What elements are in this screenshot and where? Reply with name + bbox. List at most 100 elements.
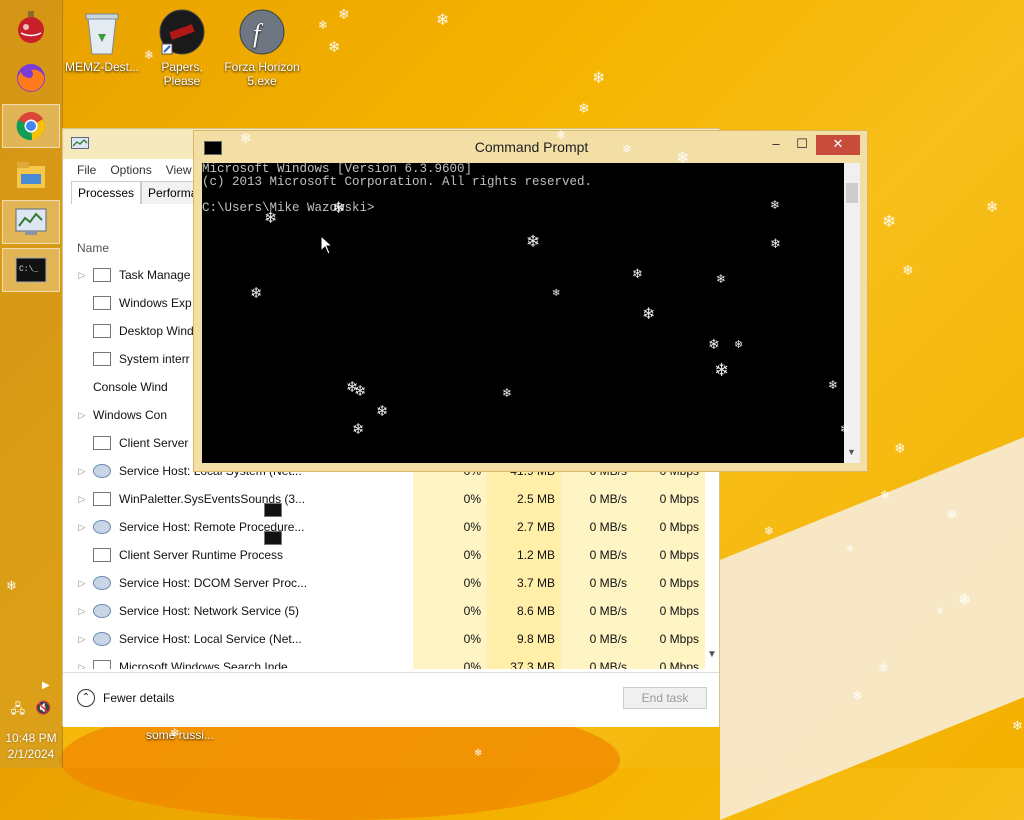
gear-icon [93,576,111,590]
expand-arrow-icon[interactable]: ▷ [71,270,93,281]
fewer-details-button[interactable]: ⌃ Fewer details [77,689,174,707]
console-output[interactable]: Microsoft Windows [Version 6.3.9600] (c)… [202,163,844,463]
file-explorer-icon[interactable] [2,154,60,198]
cpu-value: 0% [413,541,487,569]
expand-arrow-icon[interactable]: ▷ [71,606,93,617]
close-button[interactable]: ✕ [816,135,860,155]
expand-arrow-icon[interactable]: ▷ [71,410,93,421]
snowflake-icon: ❄ [894,440,906,456]
scroll-down-arrow[interactable]: ▼ [707,649,717,660]
process-name: Service Host: Network Service (5) [119,604,300,618]
table-row[interactable]: ▷ Service Host: Network Service (5) 0% 8.6 … [71,597,711,625]
expand-arrow-icon[interactable]: ▷ [71,662,93,670]
desktop-icon-forza-horizon[interactable]: f Forza Horizon 5.exe [222,8,302,88]
menu-options[interactable]: Options [110,163,151,177]
network-value: 0 Mbps [633,569,705,597]
disk-value: 0 MB/s [561,597,633,625]
fewer-details-label: Fewer details [103,691,175,705]
expand-arrow-icon[interactable]: ▷ [71,494,93,505]
maximize-button[interactable]: ☐ [792,135,812,155]
memory-value: 3.7 MB [487,569,561,597]
process-name: Microsoft Windows Search Inde... [119,660,298,669]
disk-value: 0 MB/s [561,541,633,569]
console-scrollbar[interactable]: ▼ [844,163,860,463]
disk-value: 0 MB/s [561,485,633,513]
chrome-icon[interactable] [2,104,60,148]
volume-muted-icon[interactable]: 🔇 [35,700,51,722]
end-task-button[interactable]: End task [623,687,707,709]
column-header-name[interactable]: Name [77,241,109,255]
mouse-cursor [320,234,334,260]
table-row[interactable]: ▷ Service Host: Local Service (Net... 0% 9.… [71,625,711,653]
expand-arrow-icon[interactable]: ▷ [71,634,93,645]
tray-date[interactable]: 2/1/2024 [0,746,62,762]
chevron-up-icon: ⌃ [77,689,95,707]
network-value: 0 Mbps [633,513,705,541]
snowflake-icon: ❄ [764,524,775,538]
desktop-icon-label: some russi... [145,728,214,742]
menu-file[interactable]: File [77,163,96,177]
memory-value: 2.5 MB [487,485,561,513]
system-tray: 🖧 🔇 10:48 PM 2/1/2024 [0,700,62,762]
table-row[interactable]: ▷ WinPaletter.SysEventsSounds (3... 0% 2.5 … [71,485,711,513]
gear-icon [93,632,111,646]
cpu-value: 0% [413,485,487,513]
process-name: WinPaletter.SysEventsSounds (3... [119,492,306,506]
desktop-icon-papers-please[interactable]: Papers, Please [142,8,222,88]
snowflake-icon: ❄ [902,262,914,278]
win-icon [93,436,111,450]
network-value: 0 Mbps [633,625,705,653]
snowflake-icon: ❄ [338,6,350,22]
process-name: Service Host: Remote Procedure... [119,520,305,534]
process-name: Service Host: DCOM Server Proc... [119,576,308,590]
task-manager-icon[interactable] [2,200,60,244]
process-name: Service Host: Local Service (Net... [119,632,302,646]
snowflake-icon: ❄ [986,199,999,216]
tray-expand-arrow[interactable]: ▶ [42,680,50,691]
table-row[interactable]: ▷ Microsoft Windows Search Inde... 0% 37.3 … [71,653,711,669]
expand-arrow-icon[interactable]: ▷ [71,578,93,589]
task-manager-tabs: Processes Performan [71,181,212,204]
tab-processes[interactable]: Processes [71,181,142,204]
table-row[interactable]: ▷ Service Host: DCOM Server Proc... 0% 3.7 … [71,569,711,597]
search-icon [93,660,111,669]
gear-icon [93,520,111,534]
table-row[interactable]: Client Server Runtime Process 0% 1.2 MB 0 M… [71,541,711,569]
memory-value: 2.7 MB [487,513,561,541]
process-name: Client Server Runtime Process [119,548,284,562]
network-value: 0 Mbps [633,597,705,625]
menu-view[interactable]: View [166,163,192,177]
snowflake-icon: ❄ [318,18,329,32]
command-prompt-window[interactable]: Command Prompt – ☐ ✕ Microsoft Windows [… [193,130,868,472]
snowflake-icon: ❄ [592,70,606,87]
cpu-value: 0% [413,653,487,669]
disk-value: 0 MB/s [561,653,633,669]
network-icon[interactable]: 🖧 [11,700,26,722]
snowflake-icon: ❄ [328,39,341,56]
desktop-icon-label: Forza Horizon 5.exe [224,60,300,88]
ornament-icon[interactable] [2,6,60,50]
console-scroll-thumb[interactable] [846,183,858,203]
command-prompt-icon[interactable]: C:\_ [2,248,60,292]
flash-icon: f [238,8,286,56]
cpu-value: 0% [413,597,487,625]
recycle-bin-icon [78,8,126,56]
expand-arrow-icon[interactable]: ▷ [71,522,93,533]
tray-clock[interactable]: 10:48 PM [0,730,62,746]
papers-please-icon [158,8,206,56]
minimize-button[interactable]: – [766,135,786,155]
snowflake-icon: ❄ [436,12,450,29]
network-value: 0 Mbps [633,653,705,669]
desktop-icon-recycle-bin[interactable]: MEMZ-Dest... [62,8,142,74]
scroll-down-arrow[interactable]: ▼ [847,447,856,457]
firefox-icon[interactable] [2,56,60,100]
expand-arrow-icon[interactable]: ▷ [71,466,93,477]
desktop-icon-label: Papers, Please [161,60,203,88]
win-icon [93,548,111,562]
memory-value: 9.8 MB [487,625,561,653]
cpu-value: 0% [413,569,487,597]
snowflake-icon: ❄ [1012,718,1023,733]
tm-icon [93,268,111,282]
desktop-icon-bottom[interactable]: some russi... [140,728,220,742]
table-row[interactable]: ▷ Service Host: Remote Procedure... 0% 2.7 … [71,513,711,541]
